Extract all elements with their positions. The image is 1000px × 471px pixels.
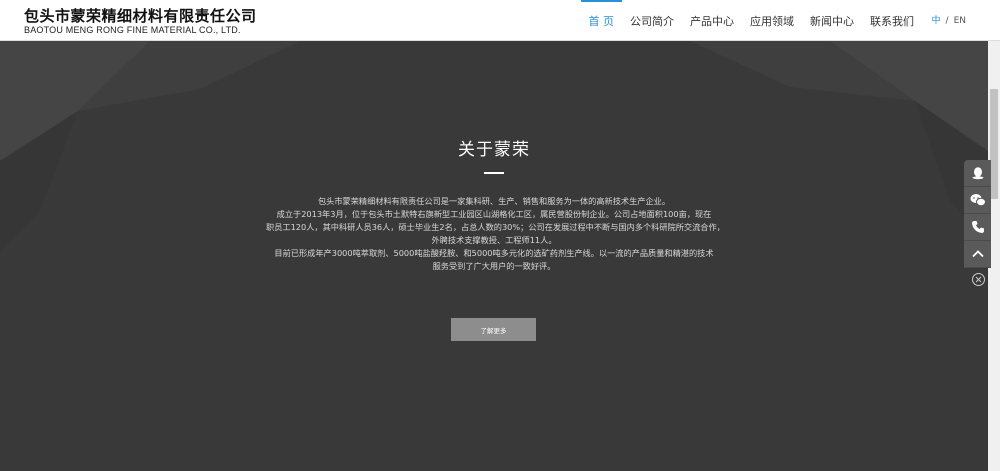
lang-separator: / bbox=[945, 16, 949, 26]
about-section: 关于蒙荣 包头市蒙荣精细材料有限责任公司是一家集科研、生产、销售和服务为一体的高… bbox=[0, 41, 988, 471]
side-bar-close-button[interactable] bbox=[972, 273, 985, 286]
close-icon bbox=[975, 276, 982, 283]
nav-item-home[interactable]: 首 页 bbox=[580, 0, 623, 41]
nav-item-products[interactable]: 产品中心 bbox=[682, 0, 742, 41]
chevron-up-icon bbox=[971, 250, 984, 258]
title-divider bbox=[484, 172, 504, 174]
wechat-button[interactable] bbox=[964, 187, 991, 214]
back-to-top-button[interactable] bbox=[964, 241, 991, 268]
scrollbar-thumb[interactable] bbox=[990, 89, 998, 199]
intro-line: 职员工120人，其中科研人员36人，硕士毕业生2名，占总人数的30%；公司在发展… bbox=[266, 222, 725, 232]
wechat-icon bbox=[970, 194, 986, 207]
nav-item-news[interactable]: 新闻中心 bbox=[802, 0, 862, 41]
qq-button[interactable] bbox=[964, 160, 991, 187]
intro-line: 包头市蒙荣精细材料有限责任公司是一家集科研、生产、销售和服务为一体的高新技术生产… bbox=[317, 196, 671, 206]
intro-line: 服务受到了广大用户的一致好评。 bbox=[432, 261, 556, 271]
site-header: 包头市蒙荣精细材料有限责任公司 BAOTOU MENG RONG FINE MA… bbox=[0, 0, 1000, 41]
company-logo[interactable]: 包头市蒙荣精细材料有限责任公司 BAOTOU MENG RONG FINE MA… bbox=[24, 8, 257, 36]
phone-button[interactable] bbox=[964, 214, 991, 241]
nav-item-about[interactable]: 公司简介 bbox=[622, 0, 682, 41]
intro-line: 目前已形成年产3000吨萃取剂、5000吨盐酸羟胺、和5000吨多元化的选矿药剂… bbox=[274, 248, 714, 258]
learn-more-button[interactable]: 了解更多 bbox=[451, 318, 536, 341]
logo-chinese-name: 包头市蒙荣精细材料有限责任公司 bbox=[24, 7, 257, 25]
intro-line: 外聘技术支撑教授、工程师11人。 bbox=[431, 235, 557, 245]
lang-english-link[interactable]: EN bbox=[954, 16, 966, 26]
phone-icon bbox=[971, 221, 984, 233]
language-switcher: 中 / EN bbox=[932, 0, 966, 41]
intro-line: 成立于2013年3月，位于包头市土默特右旗新型工业园区山湖格化工区，属民营股份制… bbox=[276, 209, 712, 219]
nav-item-applications[interactable]: 应用领域 bbox=[742, 0, 802, 41]
floating-side-bar bbox=[964, 160, 991, 286]
logo-english-name: BAOTOU MENG RONG FINE MATERIAL CO., LTD. bbox=[24, 25, 241, 35]
nav-item-contact[interactable]: 联系我们 bbox=[862, 0, 922, 41]
about-title: 关于蒙荣 bbox=[458, 140, 530, 160]
lang-chinese-link[interactable]: 中 bbox=[932, 16, 941, 26]
about-intro: 包头市蒙荣精细材料有限责任公司是一家集科研、生产、销售和服务为一体的高新技术生产… bbox=[266, 195, 725, 273]
qq-icon bbox=[972, 167, 983, 180]
main-nav: 首 页 公司简介 产品中心 应用领域 新闻中心 联系我们 bbox=[580, 0, 923, 41]
